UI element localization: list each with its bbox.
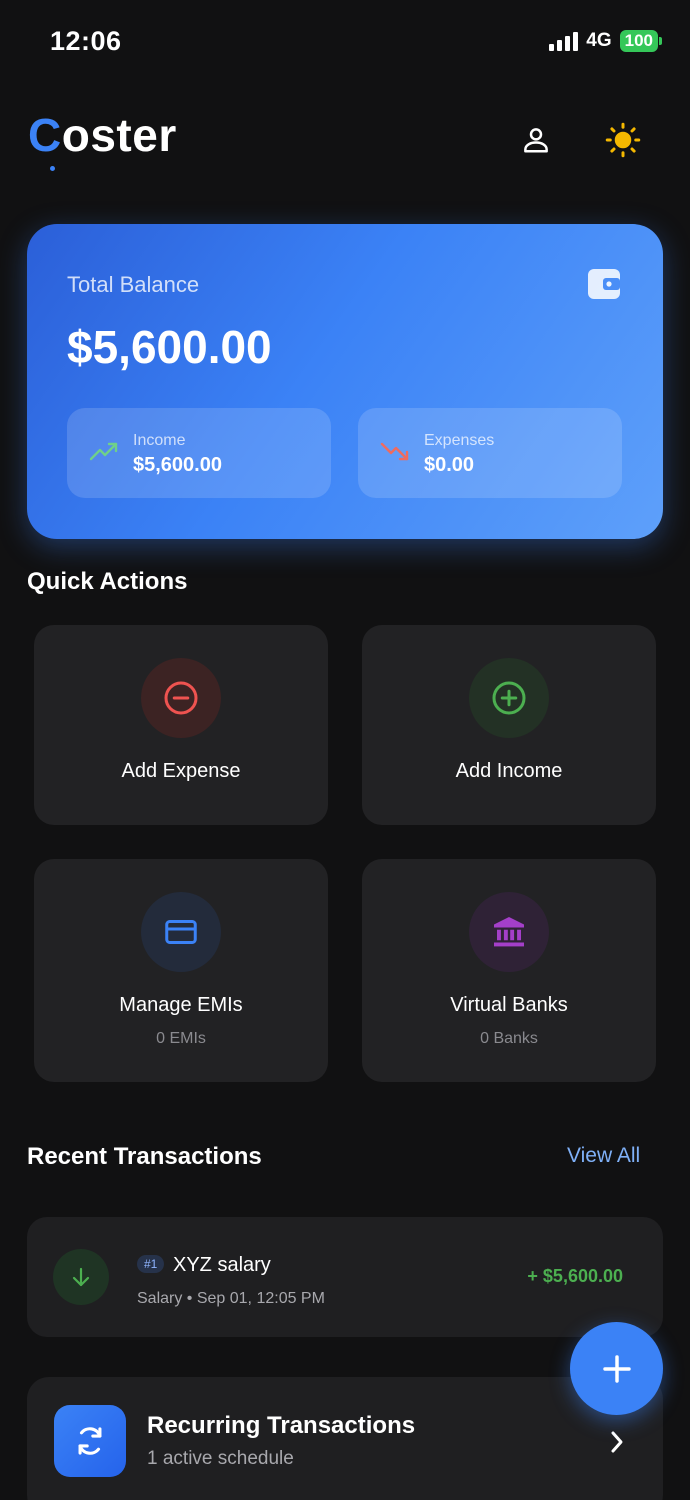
logo-text: oster (61, 109, 177, 161)
expenses-label: Expenses (424, 432, 495, 449)
virtual-banks-icon-wrap (469, 892, 549, 972)
virtual-banks-label: Virtual Banks (450, 994, 568, 1016)
status-indicators: 4G 100 (549, 30, 662, 52)
status-bar: 12:06 4G 100 (0, 0, 690, 84)
income-value: $5,600.00 (133, 454, 222, 476)
transaction-item[interactable]: #1 XYZ salary Salary • Sep 01, 12:05 PM … (27, 1217, 663, 1337)
plus-circle-icon (492, 681, 526, 715)
recurring-icon-wrap (54, 1405, 126, 1477)
signal-icon (549, 31, 579, 51)
credit-card-icon (165, 920, 197, 944)
logo-dot (50, 166, 55, 171)
home-screen: 12:06 4G 100 Coster Total Balance $5,600… (0, 0, 690, 1500)
trending-up-icon (89, 442, 118, 461)
add-transaction-fab[interactable] (570, 1322, 663, 1415)
theme-toggle-button[interactable] (601, 118, 645, 162)
expenses-stat: Expenses $0.00 (358, 408, 622, 498)
user-icon (524, 128, 548, 153)
chevron-right-icon (611, 1431, 623, 1453)
bank-icon (494, 917, 524, 947)
battery-level: 100 (619, 30, 658, 52)
balance-card: Total Balance $5,600.00 Income $5,600.00… (27, 224, 663, 539)
battery-icon: 100 (619, 30, 662, 52)
app-logo: Coster (28, 108, 177, 162)
income-stat: Income $5,600.00 (67, 408, 331, 498)
profile-button[interactable] (514, 118, 558, 162)
refresh-icon (78, 1427, 102, 1455)
expenses-value: $0.00 (424, 454, 475, 476)
recurring-transactions-card[interactable]: Recurring Transactions 1 active schedule (27, 1377, 663, 1500)
recent-transactions-title: Recent Transactions (27, 1143, 262, 1170)
virtual-banks-button[interactable]: Virtual Banks 0 Banks (362, 859, 656, 1082)
manage-emis-label: Manage EMIs (119, 994, 243, 1016)
view-all-link[interactable]: View All (567, 1144, 640, 1168)
transaction-title: XYZ salary (173, 1254, 271, 1276)
arrow-down-icon (72, 1267, 90, 1287)
plus-icon (602, 1354, 631, 1383)
add-expense-label: Add Expense (121, 760, 241, 782)
add-income-icon-wrap (469, 658, 549, 738)
recurring-title: Recurring Transactions (147, 1412, 416, 1439)
manage-emis-button[interactable]: Manage EMIs 0 EMIs (34, 859, 328, 1082)
transaction-amount: + $5,600.00 (527, 1266, 623, 1286)
transaction-tag: #1 (137, 1255, 165, 1273)
status-time: 12:06 (50, 26, 122, 56)
add-expense-icon-wrap (141, 658, 221, 738)
balance-label: Total Balance (67, 272, 200, 297)
banks-count: 0 Banks (480, 1030, 538, 1047)
manage-emis-icon-wrap (141, 892, 221, 972)
network-type: 4G (586, 30, 612, 51)
logo-accent-letter: C (28, 109, 62, 161)
balance-amount: $5,600.00 (67, 321, 272, 373)
sun-icon (605, 122, 641, 158)
quick-actions-title: Quick Actions (27, 568, 188, 595)
transaction-meta: Salary • Sep 01, 12:05 PM (137, 1290, 325, 1307)
add-income-button[interactable]: Add Income (362, 625, 656, 825)
transaction-icon-wrap (53, 1249, 109, 1305)
minus-circle-icon (164, 681, 198, 715)
add-income-label: Add Income (455, 760, 563, 782)
trending-down-icon (380, 442, 409, 461)
income-label: Income (133, 432, 186, 449)
wallet-icon (588, 269, 620, 299)
add-expense-button[interactable]: Add Expense (34, 625, 328, 825)
emis-count: 0 EMIs (156, 1030, 206, 1047)
recurring-subtitle: 1 active schedule (147, 1448, 294, 1469)
